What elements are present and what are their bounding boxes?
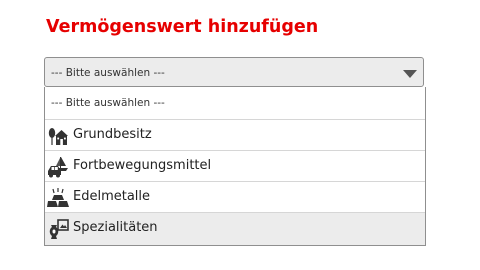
chevron-down-icon[interactable] bbox=[403, 70, 417, 78]
option-label: Grundbesitz bbox=[73, 127, 152, 142]
option-placeholder[interactable]: --- Bitte auswählen --- bbox=[45, 87, 425, 120]
option-label: Spezialitäten bbox=[73, 220, 158, 235]
option-fortbewegungsmittel[interactable]: Fortbewegungsmittel bbox=[45, 151, 425, 182]
vase-painting-icon bbox=[49, 219, 69, 239]
select-value: --- Bitte auswählen --- bbox=[51, 67, 165, 79]
option-grundbesitz[interactable]: Grundbesitz bbox=[45, 120, 425, 151]
asset-type-select[interactable]: --- Bitte auswählen --- bbox=[44, 57, 424, 87]
page-title: Vermögenswert hinzufügen bbox=[46, 17, 319, 37]
option-label: Fortbewegungsmittel bbox=[73, 158, 212, 173]
house-tree-icon bbox=[48, 128, 68, 145]
option-edelmetalle[interactable]: Edelmetalle bbox=[45, 182, 425, 213]
option-label: --- Bitte auswählen --- bbox=[51, 97, 165, 109]
car-boat-icon bbox=[48, 157, 68, 178]
option-label: Edelmetalle bbox=[73, 189, 151, 204]
option-spezialitaeten[interactable]: Spezialitäten bbox=[45, 213, 425, 245]
dropdown-list: --- Bitte auswählen --- Grundbesitz Fort… bbox=[44, 87, 426, 246]
gold-bars-icon bbox=[47, 188, 69, 207]
